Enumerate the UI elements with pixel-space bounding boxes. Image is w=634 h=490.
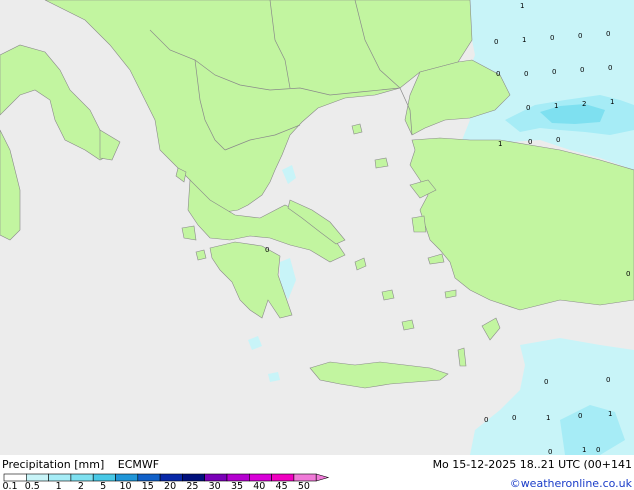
legend-swatch (293, 473, 317, 482)
legend-tick-label: 2 (78, 481, 84, 490)
point-value: 0 (606, 376, 610, 384)
legend-tick-label: 50 (298, 481, 310, 490)
point-value: 0 (528, 138, 532, 146)
point-value: 0 (578, 412, 582, 420)
legend-swatch (92, 473, 116, 482)
point-value: 0 (608, 64, 612, 72)
legend-tick-label: 0.5 (25, 481, 40, 490)
map-title: Precipitation [mm] ECMWF (2, 458, 159, 471)
point-value: 0 (265, 246, 269, 254)
legend-swatch (3, 473, 27, 482)
legend-tick-label: 35 (231, 481, 243, 490)
legend-swatch (48, 473, 72, 482)
land-kefalonia (181, 225, 197, 241)
point-value: 1 (608, 410, 612, 418)
legend-swatch (70, 473, 94, 482)
legend-overflow-arrow (315, 473, 330, 482)
legend-tick-label: 40 (253, 481, 265, 490)
land-thasos (351, 123, 363, 135)
legend-swatch (25, 473, 49, 482)
point-value: 2 (582, 100, 586, 108)
point-value: 0 (606, 30, 610, 38)
point-value: 0 (484, 416, 488, 424)
point-value: 0 (494, 38, 498, 46)
point-value: 1 (554, 102, 558, 110)
precipitation-map: 1 0 1 0 0 0 0 0 0 0 0 0 1 2 1 1 0 0 0 0 … (0, 0, 634, 455)
legend-tick-label: 0.1 (2, 481, 17, 490)
legend-tick-label: 25 (186, 481, 198, 490)
point-value: 0 (548, 448, 552, 455)
land-naxos (381, 289, 395, 301)
legend-tick-labels: 0.1 0.5 1 2 5 10 15 20 25 30 35 40 45 50 (2, 481, 310, 490)
legend-swatch (249, 473, 272, 482)
land-limnos (374, 157, 389, 169)
legend-tick-label: 10 (119, 481, 131, 490)
point-value: 0 (578, 32, 582, 40)
legend-swatch (115, 473, 139, 482)
legend-tick-label: 45 (276, 481, 288, 490)
point-value: 0 (550, 34, 554, 42)
footer-graphics: Precipitation [mm] ECMWF Mo 15-12-2025 1… (2, 458, 633, 490)
legend-tick-label: 20 (164, 481, 176, 490)
point-value: 0 (524, 70, 528, 78)
legend-tick-label: 5 (100, 481, 106, 490)
credit-text: ©weatheronline.co.uk (510, 477, 633, 490)
legend-swatch (182, 473, 205, 482)
color-legend (3, 473, 330, 482)
point-value: 1 (582, 446, 586, 454)
legend-tick-label: 30 (209, 481, 221, 490)
weather-map-page: 1 0 1 0 0 0 0 0 0 0 0 0 1 2 1 1 0 0 0 0 … (0, 0, 634, 490)
point-value: 0 (544, 378, 548, 386)
title-label: Precipitation [mm] (2, 458, 104, 471)
land-zakynthos (195, 249, 207, 261)
point-value: 0 (580, 66, 584, 74)
land-chios (411, 215, 427, 233)
legend-tick-label: 15 (142, 481, 154, 490)
point-value: 0 (526, 104, 530, 112)
point-value: 1 (522, 36, 526, 44)
point-value: 0 (626, 270, 630, 278)
map-footer: Precipitation [mm] ECMWF Mo 15-12-2025 1… (0, 455, 634, 490)
legend-swatch (204, 473, 228, 482)
point-value: 1 (520, 2, 524, 10)
point-value: 0 (512, 414, 516, 422)
point-value: 0 (552, 68, 556, 76)
point-value: 0 (496, 70, 500, 78)
point-value: 1 (610, 98, 614, 106)
legend-swatch (159, 473, 183, 482)
legend-swatch (226, 473, 250, 482)
point-value: 0 (596, 446, 600, 454)
legend-swatch (137, 473, 161, 482)
legend-swatch (271, 473, 295, 482)
map-datetime: Mo 15-12-2025 18..21 UTC (00+141 (433, 458, 632, 471)
title-model: ECMWF (118, 458, 159, 471)
point-value: 1 (546, 414, 550, 422)
legend-tick-label: 1 (56, 481, 62, 490)
land-cyclades-s (401, 319, 415, 331)
point-value: 1 (498, 140, 502, 148)
point-value: 0 (556, 136, 560, 144)
